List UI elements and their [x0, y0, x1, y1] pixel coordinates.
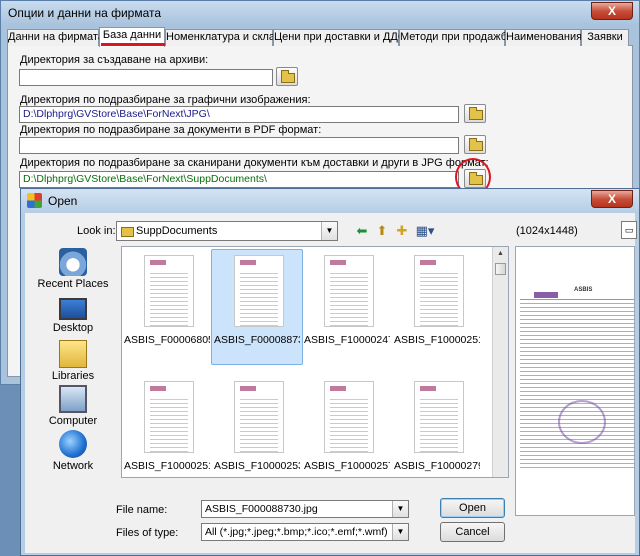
place-label: Network: [52, 460, 94, 472]
options-window-titlebar: Опции и данни на фирмата X: [1, 1, 639, 25]
file-name-input[interactable]: ASBIS_F000088730.jpg ▼: [201, 500, 409, 518]
image-thumbnail: [324, 381, 374, 453]
folder-icon: [281, 70, 295, 83]
scrollbar-thumb[interactable]: [495, 263, 506, 275]
file-type-select[interactable]: All (*.jpg;*.jpeg;*.bmp;*.ico;*.emf;*.wm…: [201, 523, 409, 541]
images-dir-label: Директория по подразбиране за графични и…: [20, 94, 311, 106]
pdf-dir-browse-button[interactable]: [464, 135, 486, 154]
open-dialog: Open X Look in: SuppDocuments ▼ ⬅ ⬆ ✚ ▦▾…: [20, 188, 640, 556]
tab-requests[interactable]: Заявки: [581, 29, 629, 46]
archive-dir-label: Директория за създаване на архиви:: [20, 54, 209, 66]
pdf-dir-label: Директория по подразбиране за документи …: [20, 124, 322, 136]
file-name: ASBIS_F10000253...: [214, 460, 300, 472]
file-list-scrollbar[interactable]: ▲: [492, 247, 508, 477]
image-thumbnail: [144, 381, 194, 453]
pdf-dir-input[interactable]: [19, 137, 459, 154]
preview-document: [520, 292, 634, 470]
image-thumbnail: [414, 255, 464, 327]
file-type-value: All (*.jpg;*.jpeg;*.bmp;*.ico;*.emf;*.wm…: [205, 526, 388, 538]
file-name: ASBIS_F10000279...: [394, 460, 480, 472]
file-list[interactable]: ASBIS_F00006805... ASBIS_F000088730.jpg …: [121, 246, 509, 478]
chevron-down-icon[interactable]: ▼: [392, 524, 408, 540]
file-type-label: Files of type:: [116, 527, 179, 539]
archive-dir-browse-button[interactable]: [276, 67, 298, 86]
place-label: Computer: [48, 415, 98, 427]
tab-sales-methods[interactable]: Методи при продажби: [399, 29, 513, 46]
file-name: ASBIS_F00006805...: [124, 334, 210, 346]
tab-names[interactable]: Наименования: [505, 29, 582, 46]
desktop-background: [0, 385, 20, 556]
tab-delivery-prices[interactable]: Цени при доставки и ДДС: [273, 29, 406, 46]
options-window-title: Опции и данни на фирмата: [8, 6, 162, 20]
active-tab-highlight: [101, 43, 165, 46]
look-in-value: SuppDocuments: [136, 225, 218, 237]
place-computer[interactable]: Computer: [31, 385, 115, 427]
images-dir-input[interactable]: D:\Dlphprg\GVStore\Base\ForNext\JPG\: [19, 106, 459, 123]
folder-icon: [469, 107, 483, 120]
places-bar: Recent Places Desktop Libraries Computer…: [31, 246, 115, 482]
image-thumbnail: [234, 255, 284, 327]
scanned-dir-input[interactable]: D:\Dlphprg\GVStore\Base\ForNext\SuppDocu…: [19, 171, 459, 188]
file-name-value: ASBIS_F000088730.jpg: [205, 503, 318, 515]
up-folder-icon[interactable]: ⬆: [373, 222, 391, 240]
app-icon: [27, 193, 42, 208]
file-name: ASBIS_F10000257...: [304, 460, 390, 472]
new-folder-icon[interactable]: ✚: [393, 222, 411, 240]
file-name: ASBIS_F000088730.jpg: [214, 334, 300, 346]
view-menu-icon[interactable]: ▦▾: [413, 222, 437, 240]
place-label: Libraries: [51, 370, 95, 382]
preview-toggle-icon[interactable]: ▭: [621, 221, 637, 239]
tab-nomenclature[interactable]: Номенклатура и склад: [165, 29, 281, 46]
scanned-dir-label: Директория по подразбиране за сканирани …: [20, 157, 489, 169]
file-name: ASBIS_F10000251...: [394, 334, 480, 346]
place-label: Desktop: [52, 322, 94, 334]
image-thumbnail: [414, 381, 464, 453]
image-thumbnail: [324, 255, 374, 327]
chevron-down-icon[interactable]: ▼: [321, 222, 337, 240]
look-in-label: Look in:: [77, 225, 116, 237]
place-recent-places[interactable]: Recent Places: [31, 248, 115, 290]
computer-icon: [59, 385, 87, 413]
archive-dir-input[interactable]: [19, 69, 273, 86]
file-name: ASBIS_F10000251...: [124, 460, 210, 472]
open-dialog-title: Open: [48, 194, 78, 208]
look-in-combo[interactable]: SuppDocuments ▼: [116, 221, 338, 241]
image-preview: ASBIS: [515, 246, 635, 516]
options-window-close-button[interactable]: X: [591, 2, 633, 20]
preview-size: (1024x1448): [516, 225, 578, 237]
open-button[interactable]: Open: [440, 498, 505, 518]
place-label: Recent Places: [37, 278, 109, 290]
cancel-button[interactable]: Cancel: [440, 522, 505, 542]
place-network[interactable]: Network: [31, 430, 115, 472]
folder-icon: [121, 227, 134, 237]
open-dialog-close-button[interactable]: X: [591, 190, 633, 208]
place-desktop[interactable]: Desktop: [31, 294, 115, 334]
folder-icon: [469, 138, 483, 151]
tab-company-data[interactable]: Данни на фирмата: [7, 29, 104, 46]
open-dialog-titlebar: Open X: [21, 189, 639, 213]
file-name-label: File name:: [116, 504, 168, 516]
libraries-icon: [59, 340, 87, 368]
scroll-up-icon[interactable]: ▲: [493, 247, 508, 261]
back-icon[interactable]: ⬅: [353, 222, 371, 240]
image-thumbnail: [144, 255, 194, 327]
network-icon: [59, 430, 87, 458]
preview-brand: ASBIS: [574, 287, 593, 293]
open-dialog-body: Look in: SuppDocuments ▼ ⬅ ⬆ ✚ ▦▾ (1024x…: [25, 213, 637, 553]
place-libraries[interactable]: Libraries: [31, 340, 115, 382]
file-name: ASBIS_F10000247...: [304, 334, 390, 346]
desktop-icon: [59, 298, 87, 320]
image-thumbnail: [234, 381, 284, 453]
images-dir-browse-button[interactable]: [464, 104, 486, 123]
recent-places-icon: [59, 248, 87, 276]
chevron-down-icon[interactable]: ▼: [392, 501, 408, 517]
